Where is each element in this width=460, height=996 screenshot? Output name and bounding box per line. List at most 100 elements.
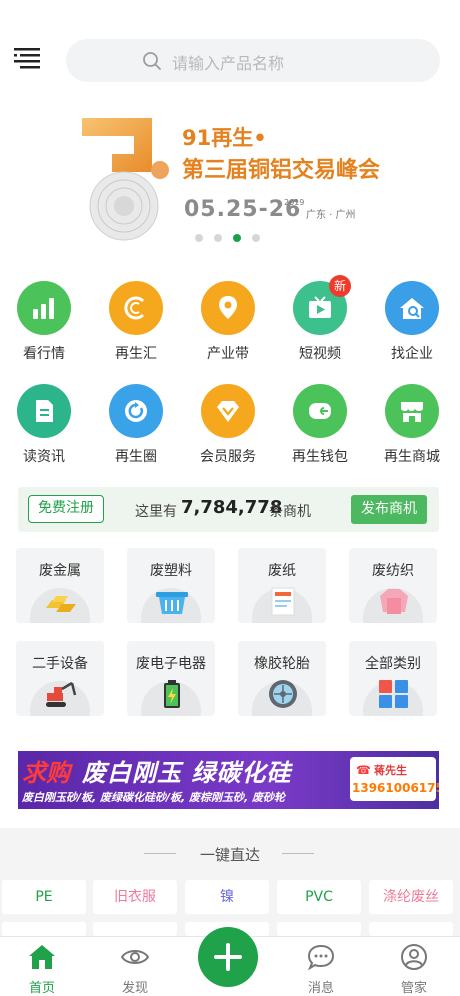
gold-bars-icon (46, 596, 76, 612)
quick-icon-company[interactable]: 找企业 (368, 281, 456, 371)
quick-icon-market[interactable]: 看行情 (0, 281, 88, 371)
category-name: 二手设备 (32, 656, 88, 672)
search-placeholder: 请输入产品名称 (172, 54, 285, 73)
user-icon (401, 944, 427, 970)
diamond-icon (201, 384, 255, 438)
category-name: 废电子电器 (136, 656, 206, 672)
event-logo-icon (82, 118, 169, 241)
quick-chip-partial[interactable] (277, 922, 361, 936)
nav-label: 首页 (28, 981, 55, 996)
quick-icon-label: 产业带 (207, 346, 249, 362)
battery-icon (164, 680, 180, 708)
paper-icon (271, 587, 295, 616)
quick-icon-label: 看行情 (23, 346, 65, 362)
opportunity-suffix: 条商机 (269, 504, 311, 520)
quick-chip[interactable]: 涤纶废丝 (369, 880, 453, 914)
basket-icon (156, 592, 188, 614)
quick-chip[interactable]: 镍 (185, 880, 269, 914)
quick-access-title: 一键直达 (199, 846, 260, 864)
quick-icon-label: 找企业 (391, 346, 433, 362)
quick-icon-wallet[interactable]: 再生钱包 (276, 384, 364, 474)
ad-buy-label: 求购 (22, 759, 70, 787)
ad-contact: ☎ 蒋先生 13961006175 (350, 757, 439, 801)
quick-icon-industry[interactable]: 产业带 (184, 281, 272, 371)
house-search-icon (385, 281, 439, 335)
register-button[interactable]: 免费注册 (28, 495, 104, 523)
nav-home[interactable]: 首页 (12, 943, 72, 996)
carousel-dot[interactable] (252, 234, 260, 242)
quick-chip[interactable]: PE (2, 880, 86, 914)
publish-button[interactable]: 发布商机 (351, 495, 427, 524)
nav-label: 管家 (400, 981, 427, 996)
category-card-plastic[interactable]: 废塑料 (127, 548, 215, 623)
grid-icon (379, 680, 408, 708)
chat-icon (307, 944, 335, 971)
opportunity-bar: 免费注册 这里有 7,784,778 条商机 发布商机 (18, 487, 439, 532)
excavator-icon (46, 681, 77, 707)
category-name: 废纺织 (372, 563, 414, 579)
category-card-metal[interactable]: 废金属 (16, 548, 104, 623)
quick-access-section: 一键直达 PE 旧衣服 镍 PVC 涤纶废丝 (0, 828, 460, 936)
banner-year: 2019 (284, 198, 305, 207)
divider (282, 853, 314, 854)
nav-label: 发现 (121, 981, 148, 996)
quick-icon-label: 再生商城 (384, 449, 440, 465)
banner-title: 91再生• (182, 126, 267, 150)
search-input[interactable]: 请输入产品名称 (66, 39, 440, 82)
quick-chip-partial[interactable] (2, 922, 86, 936)
carousel-dot[interactable] (214, 234, 222, 242)
ad-subtext: 废白刚玉砂/板, 废绿碳化硅砂/板, 废棕刚玉砂, 废砂轮 (22, 791, 286, 804)
circle-refresh-icon (109, 384, 163, 438)
nav-messages[interactable]: 消息 (291, 943, 351, 996)
ad-banner[interactable]: 求购 废白刚玉 绿碳化硅 废白刚玉砂/板, 废绿碳化硅砂/板, 废棕刚玉砂, 废… (18, 751, 439, 809)
category-card-textile[interactable]: 废纺织 (349, 548, 437, 623)
store-icon (385, 384, 439, 438)
quick-icon-circle[interactable]: 再生圈 (92, 384, 180, 474)
add-button[interactable] (198, 927, 258, 987)
phone-icon: ☎ (356, 763, 371, 777)
event-banner[interactable]: 91再生• 第三届铜铝交易峰会 05.25-26 2019 广东 · 广州 (18, 104, 440, 254)
quick-icon-label: 再生圈 (115, 449, 157, 465)
nav-manager[interactable]: 管家 (384, 943, 444, 996)
category-card-tire[interactable]: 橡胶轮胎 (238, 641, 326, 716)
carousel-dot-active[interactable] (233, 234, 241, 242)
quick-icon-label: 会员服务 (200, 449, 256, 465)
category-card-paper[interactable]: 废纸 (238, 548, 326, 623)
ad-contact-phone: 13961006175 (352, 781, 439, 795)
home-icon (29, 945, 55, 969)
banner-subtitle: 第三届铜铝交易峰会 (182, 158, 381, 183)
quick-chip[interactable]: PVC (277, 880, 361, 914)
eye-icon (120, 950, 150, 964)
category-name: 废塑料 (150, 563, 192, 579)
carousel-dot[interactable] (195, 234, 203, 242)
carousel-indicator (195, 234, 265, 244)
quick-icon-video[interactable]: 新 短视频 (276, 275, 364, 371)
quick-chip[interactable]: 旧衣服 (93, 880, 177, 914)
nav-discover[interactable]: 发现 (105, 943, 165, 996)
new-badge: 新 (329, 275, 351, 297)
quick-icon-news[interactable]: 读资讯 (0, 384, 88, 474)
category-card-equipment[interactable]: 二手设备 (16, 641, 104, 716)
quick-chip-partial[interactable] (93, 922, 177, 936)
sweater-icon (380, 589, 408, 614)
ad-headline: 废白刚玉 绿碳化硅 (82, 759, 292, 787)
quick-icon-mall[interactable]: 再生商城 (368, 384, 456, 474)
quick-icon-membership[interactable]: 会员服务 (184, 384, 272, 474)
quick-icon-forum[interactable]: 再生汇 (92, 281, 180, 371)
quick-chip-partial[interactable] (369, 922, 453, 936)
chart-icon (17, 281, 71, 335)
quick-icon-label: 读资讯 (23, 449, 65, 465)
category-name: 废金属 (39, 563, 81, 579)
category-card-all[interactable]: 全部类别 (349, 641, 437, 716)
opportunity-count: 7,784,778 (181, 497, 283, 518)
category-name: 全部类别 (365, 656, 421, 672)
category-name: 橡胶轮胎 (254, 656, 310, 672)
opportunity-prefix: 这里有 (135, 504, 177, 520)
banner-city: 广东 · 广州 (306, 210, 356, 221)
quick-icon-label: 再生钱包 (292, 449, 348, 465)
nav-label: 消息 (307, 981, 334, 996)
recycle-c-icon (109, 281, 163, 335)
category-card-electronics[interactable]: 废电子电器 (127, 641, 215, 716)
wallet-icon (293, 384, 347, 438)
menu-icon[interactable] (14, 45, 42, 73)
